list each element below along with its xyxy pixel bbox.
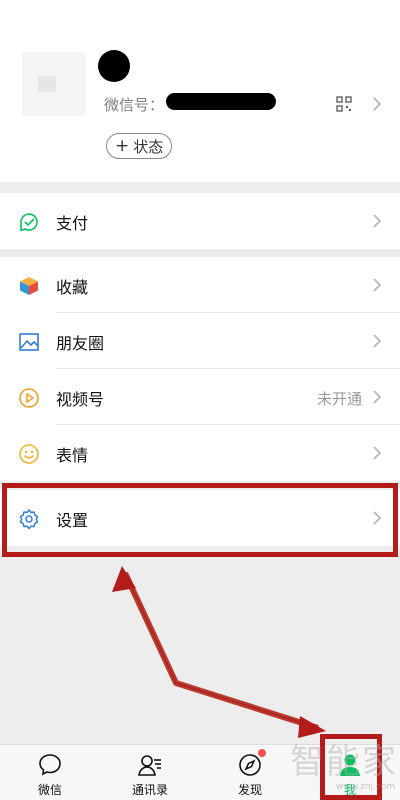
avatar-placeholder	[38, 76, 56, 92]
tab-discover[interactable]: 发现	[200, 745, 300, 800]
menu-item-channels[interactable]: 视频号 未开通	[0, 369, 400, 425]
avatar[interactable]	[22, 52, 86, 116]
menu-item-stickers[interactable]: 表情	[0, 425, 400, 481]
notification-badge	[258, 749, 266, 757]
menu-item-moments[interactable]: 朋友圈	[0, 313, 400, 369]
chevron-right-icon	[373, 334, 382, 348]
chevron-right-icon	[373, 278, 382, 292]
tab-label: 通讯录	[131, 783, 168, 797]
watermark-url: www.znj.com	[336, 782, 396, 792]
chevron-right-icon	[373, 446, 382, 460]
tab-label: 微信	[37, 783, 62, 797]
tab-label: 发现	[237, 783, 262, 797]
menu-item-label: 表情	[56, 446, 89, 465]
qr-code-icon[interactable]	[336, 96, 352, 112]
cube-icon	[20, 277, 38, 295]
chat-bubble-icon	[39, 754, 61, 776]
tab-chats[interactable]: 微信	[0, 745, 100, 800]
profile-header[interactable]: 微信号： + 状态	[0, 0, 400, 182]
channels-status: 未开通	[316, 390, 362, 408]
status-button-label: 状态	[133, 137, 164, 156]
wechat-id-label: 微信号：	[104, 96, 165, 114]
menu-item-label: 收藏	[56, 278, 89, 297]
status-button[interactable]: + 状态	[106, 133, 173, 159]
plus-icon: +	[115, 136, 130, 156]
chevron-right-icon	[373, 390, 382, 404]
tab-contacts[interactable]: 通讯录	[100, 745, 200, 800]
menu-item-label: 支付	[56, 214, 89, 233]
chevron-right-icon	[373, 97, 382, 111]
settings-highlight-box	[2, 483, 398, 557]
contacts-icon	[138, 755, 161, 776]
image-icon	[19, 333, 39, 351]
wechat-id-redacted	[166, 93, 276, 110]
menu-item-favorites[interactable]: 收藏	[0, 257, 400, 313]
watermark: 智能家	[290, 742, 398, 782]
menu-item-pay[interactable]: 支付	[0, 193, 400, 249]
wallet-icon	[20, 213, 38, 232]
menu-item-label: 视频号	[56, 390, 105, 409]
chevron-right-icon	[373, 214, 382, 228]
menu-item-label: 朋友圈	[56, 334, 105, 353]
play-circle-icon	[19, 388, 39, 408]
smiley-icon	[19, 444, 39, 464]
nickname-redacted	[98, 50, 130, 82]
